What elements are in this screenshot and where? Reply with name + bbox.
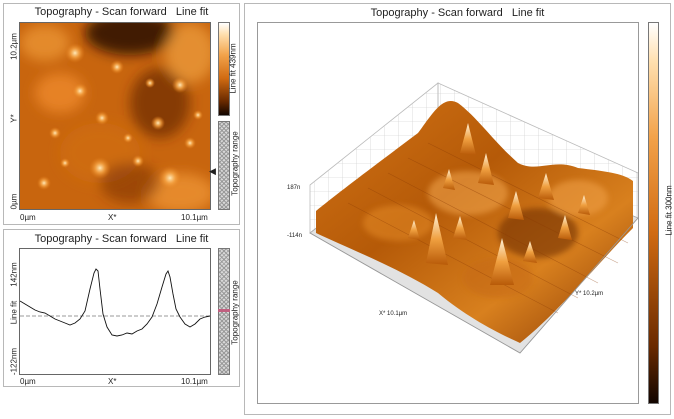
fit-mode-label: Line fit bbox=[175, 6, 209, 18]
x-right-label: 10.1µm bbox=[181, 377, 208, 386]
z-bottom-label: -114n bbox=[287, 233, 302, 239]
profile-line bbox=[20, 268, 210, 337]
fit-mode-label: Line fit bbox=[175, 233, 209, 245]
x-axis-label: X* 10.1µm bbox=[379, 311, 408, 317]
topography-image[interactable] bbox=[19, 22, 211, 210]
3d-surface-view[interactable] bbox=[257, 22, 639, 404]
x-left-label: 0µm bbox=[20, 377, 36, 386]
topography-3d-panel: Topography - Scan forward Line fit 187n … bbox=[244, 3, 674, 415]
colorbar-label: Line fit 300nm bbox=[664, 185, 674, 236]
panel-title: Topography - Scan forward Line fit bbox=[370, 7, 545, 19]
y-bottom-label: 0µm bbox=[9, 193, 19, 210]
panel-title: Topography - Scan forward Line fit bbox=[34, 6, 209, 18]
topography-range-slider[interactable] bbox=[218, 121, 230, 210]
y-axis-label: Y* bbox=[9, 114, 19, 123]
x-axis-label: X* bbox=[108, 377, 117, 386]
x-left-label: 0µm bbox=[20, 213, 36, 222]
x-right-label: 10.1µm bbox=[181, 213, 208, 222]
panel-title: Topography - Scan forward Line fit bbox=[34, 233, 209, 245]
y-bottom-label: -122nm bbox=[9, 347, 19, 376]
y-axis-label: Y* 10.2µm bbox=[575, 291, 604, 297]
x-axis-label: X* bbox=[108, 213, 117, 222]
y-top-label: 10.2µm bbox=[9, 33, 19, 60]
y-top-label: 142nm bbox=[9, 262, 19, 287]
colorbar-label: Line fit 439nm bbox=[228, 43, 238, 94]
range-handle[interactable] bbox=[218, 309, 230, 312]
colorbar bbox=[648, 22, 659, 404]
range-marker-icon[interactable]: ◀ bbox=[209, 166, 216, 177]
z-top-label: 187n bbox=[287, 185, 301, 191]
y-axis-label: Line fit bbox=[9, 300, 19, 325]
range-label: Topography range bbox=[230, 131, 240, 196]
topography-2d-panel: Topography - Scan forward Line fit 10.2µ… bbox=[3, 3, 240, 225]
profile-plot[interactable] bbox=[19, 248, 211, 375]
range-label: Topography range bbox=[230, 280, 240, 345]
fit-mode-label: Line fit bbox=[511, 7, 545, 19]
profile-panel: Topography - Scan forward Line fit 142nm… bbox=[3, 229, 240, 387]
